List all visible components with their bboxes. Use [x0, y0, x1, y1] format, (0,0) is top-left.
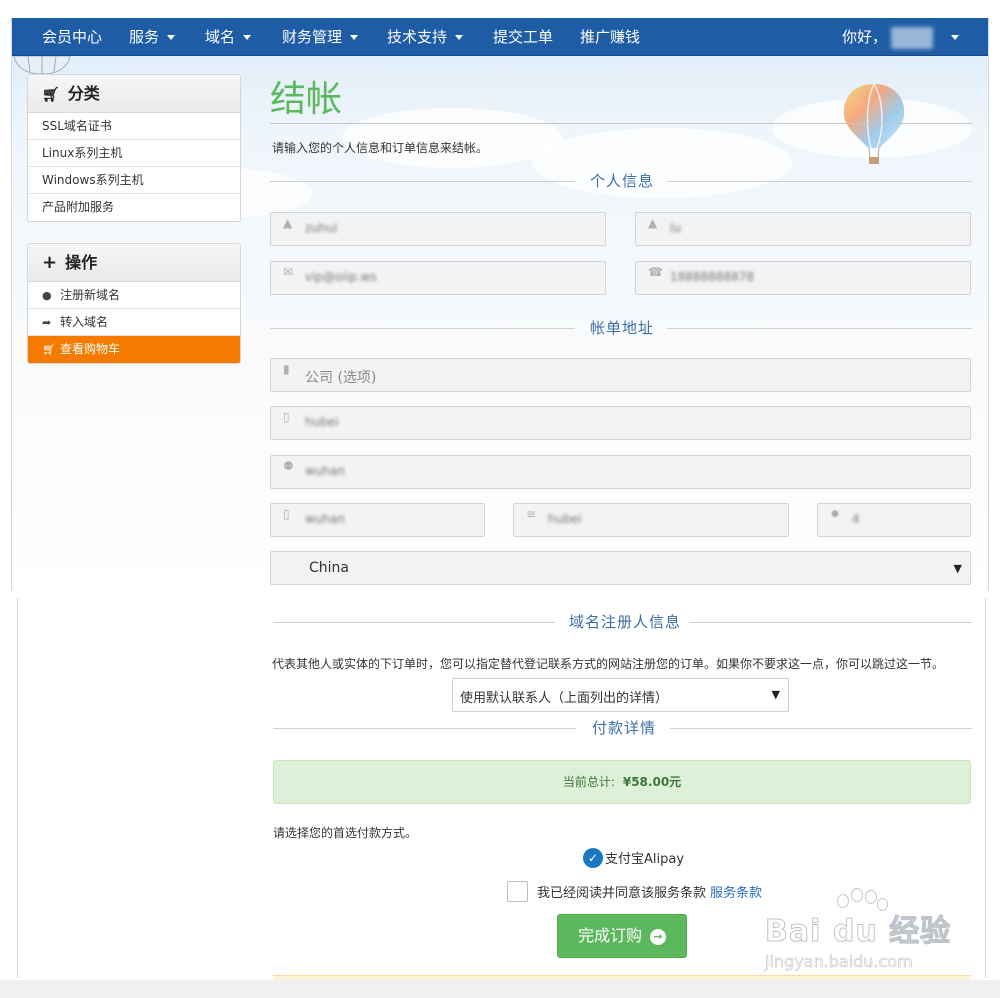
caret-down-icon: [455, 35, 464, 40]
action-view-cart[interactable]: 🛒︎ 查看购物车: [28, 336, 240, 363]
share-arrow-icon: ➦: [42, 316, 52, 329]
city-field[interactable]: ▯ wuhan: [270, 503, 485, 537]
greeting: 你好，: [842, 28, 888, 46]
payment-method-prompt: 请选择您的首选付款方式。: [273, 826, 418, 840]
category-addons[interactable]: 产品附加服务: [28, 194, 240, 221]
hot-air-balloon-icon: [843, 83, 905, 164]
nav-billing[interactable]: 财务管理: [282, 18, 359, 56]
envelope-icon: ✉: [283, 265, 294, 279]
actions-panel: + 操作 ● 注册新域名 ➦ 转入域名 🛒︎ 查看购物车: [27, 243, 241, 364]
first-name-field[interactable]: ▲ zuhui: [270, 212, 606, 246]
section-payment: 付款详情: [270, 718, 972, 738]
tos-checkbox[interactable]: [507, 881, 528, 902]
order-total-box: 当前总计: ¥58.00元: [273, 760, 971, 804]
section-billing-address: 帐单地址: [270, 318, 972, 338]
address-line2-field[interactable]: ⚉ wuhan: [270, 455, 971, 489]
nav-support[interactable]: 技术支持: [387, 18, 464, 56]
bottom-strip: [0, 980, 1000, 998]
section-personal-info: 个人信息: [270, 171, 972, 191]
building-icon: ▮: [283, 362, 290, 376]
globe-icon: ●: [42, 289, 52, 302]
arrow-circle-right-icon: →: [650, 928, 666, 945]
check-circle-icon: ✓: [583, 847, 603, 868]
caret-down-icon: [951, 35, 960, 40]
caret-down-icon: [243, 35, 252, 40]
frame-edge: [988, 18, 989, 590]
cart-icon: 🛒︎: [42, 87, 60, 103]
email-field[interactable]: ✉ vip@oiip.ws: [270, 261, 606, 295]
total-label: 当前总计:: [562, 775, 615, 789]
building-icon: ▯: [283, 507, 290, 521]
dropdown-arrow-icon: ▼: [771, 688, 780, 701]
state-field[interactable]: ≡ hubei: [513, 503, 789, 537]
watermark-brand: Bai du 经验: [764, 914, 952, 950]
dropdown-arrow-icon: ▼: [953, 562, 962, 575]
registrant-contact-select[interactable]: 使用默认联系人（上面列出的详情） ▼: [452, 678, 789, 712]
payment-method-alipay[interactable]: ✓ 支付宝Alipay: [583, 847, 684, 868]
company-field[interactable]: ▮ 公司 (选项): [270, 358, 971, 392]
tos-text: 我已经阅读并同意该服务条款: [537, 886, 707, 901]
balloon-corner-icon: [13, 56, 71, 75]
tos-row: 我已经阅读并同意该服务条款 服务条款: [507, 881, 762, 903]
actions-panel-header: + 操作: [28, 244, 240, 282]
user-icon: ▲: [283, 216, 293, 230]
categories-panel-header: 🛒︎ 分类: [28, 75, 240, 113]
postcode-field[interactable]: ✹ 4: [817, 503, 971, 537]
flag-icon: ≡: [526, 507, 537, 521]
total-amount: ¥58.00元: [622, 775, 682, 789]
title-divider: [270, 123, 972, 124]
nav-submit-ticket[interactable]: 提交工单: [493, 18, 553, 56]
category-windows-hosting[interactable]: Windows系列主机: [28, 167, 240, 194]
categories-panel: 🛒︎ 分类 SSL域名证书 Linux系列主机 Windows系列主机 产品附加服…: [27, 74, 241, 222]
nav-affiliate[interactable]: 推广赚钱: [580, 18, 640, 56]
nav-user-menu[interactable]: 你好，: [842, 18, 960, 56]
country-select[interactable]: China ▼: [270, 551, 971, 585]
phone-field[interactable]: ☎ 18888888878: [635, 261, 971, 295]
watermark-url: jingyan.baidu.com: [765, 952, 913, 972]
cart-icon: 🛒︎: [42, 343, 56, 356]
registrant-description: 代表其他人或实体的下订单时，您可以指定替代登记联系方式的网站注册您的订单。如果你…: [272, 657, 945, 671]
action-transfer-domain[interactable]: ➦ 转入域名: [28, 309, 240, 336]
nav-member-center[interactable]: 会员中心: [42, 18, 102, 56]
building-icon: ▯: [283, 410, 290, 424]
user-icon: ▲: [648, 216, 658, 230]
top-navbar: 会员中心 服务 域名 财务管理 技术支持 提交工单 推广赚钱 你好，: [12, 18, 988, 56]
frame-edge: [11, 18, 12, 590]
checkout-intro: 请输入您的个人信息和订单信息来结帐。: [272, 141, 489, 155]
action-register-domain[interactable]: ● 注册新域名: [28, 282, 240, 309]
nav-domains[interactable]: 域名: [205, 18, 252, 56]
section-registrant: 域名注册人信息: [270, 612, 972, 632]
category-linux-hosting[interactable]: Linux系列主机: [28, 140, 240, 167]
frame-edge: [17, 598, 18, 978]
phone-icon: ☎: [648, 265, 663, 279]
page-title: 结帐: [270, 79, 343, 120]
complete-order-button[interactable]: 完成订购 →: [557, 914, 687, 958]
baidu-jingyan-watermark: Bai du 经验 jingyan.baidu.com: [764, 884, 975, 980]
tos-link[interactable]: 服务条款: [710, 882, 762, 901]
map-marker-icon: ⚉: [283, 459, 294, 473]
gear-icon: ✹: [830, 507, 841, 521]
address-line1-field[interactable]: ▯ hubei: [270, 406, 971, 440]
plus-icon: +: [42, 252, 58, 273]
caret-down-icon: [350, 35, 359, 40]
category-ssl[interactable]: SSL域名证书: [28, 113, 240, 140]
username-redacted: [891, 26, 934, 49]
caret-down-icon: [167, 35, 176, 40]
frame-edge: [985, 598, 986, 978]
last-name-field[interactable]: ▲ lu: [635, 212, 971, 246]
nav-services[interactable]: 服务: [129, 18, 176, 56]
